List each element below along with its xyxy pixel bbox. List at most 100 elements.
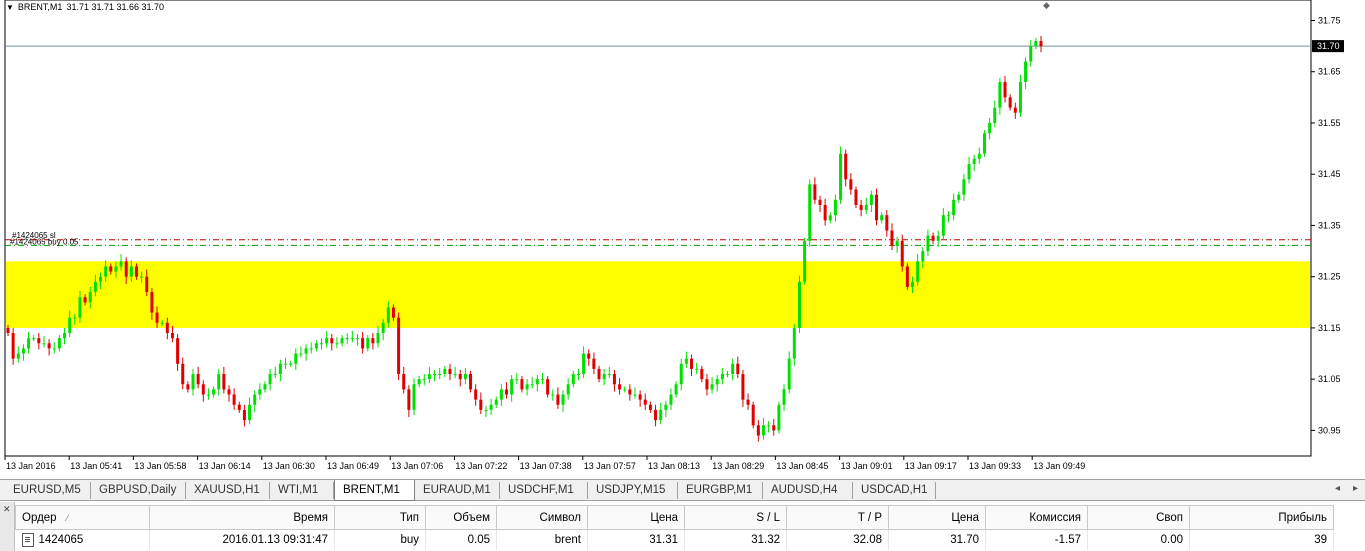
cell-tp: 32.08 [786, 529, 889, 550]
candle-body [746, 399, 750, 405]
col-header-order[interactable]: Ордер ⁄ [15, 505, 150, 530]
tab-eurgbp-m1[interactable]: EURGBP,M1 [678, 482, 763, 499]
terminal-sidebar: ✕ [0, 502, 15, 551]
candle-body [160, 322, 164, 324]
candle-body [566, 384, 570, 395]
candle-body [278, 363, 282, 375]
candle-body [350, 338, 354, 340]
candle-body [499, 389, 503, 400]
tab-gbpusd-daily[interactable]: GBPUSD,Daily [91, 482, 186, 499]
price-tick-label: 31.05 [1318, 374, 1341, 384]
candle-body [391, 307, 395, 318]
candle-body [839, 153, 843, 200]
tab-xauusd-h1[interactable]: XAUUSD,H1 [186, 482, 270, 499]
candle-body [936, 235, 940, 241]
price-tick-label: 31.25 [1318, 272, 1341, 282]
cell-current-price: 31.70 [888, 529, 986, 550]
col-header-commission[interactable]: Комиссия [985, 505, 1088, 530]
col-header-price[interactable]: Цена [587, 505, 685, 530]
support-zone-rectangle[interactable] [6, 261, 1310, 328]
tab-usdchf-m1[interactable]: USDCHF,M1 [500, 482, 588, 499]
tab-audusd-h4[interactable]: AUDUSD,H4 [763, 482, 853, 499]
candle-body [412, 384, 416, 410]
candle-body [952, 199, 956, 216]
candle-body [438, 374, 442, 376]
terminal-close-icon[interactable]: ✕ [3, 504, 11, 515]
col-header-tp[interactable]: T / P [786, 505, 889, 530]
candle-body [967, 163, 971, 180]
candle-body [859, 204, 863, 211]
col-header-type[interactable]: Тип [334, 505, 426, 530]
candle-body [129, 266, 133, 277]
tab-eurusd-m5[interactable]: EURUSD,M5 [5, 482, 91, 499]
sort-icon[interactable]: ⁄ [67, 513, 69, 523]
candle-body [756, 425, 760, 436]
candle-body [813, 184, 817, 200]
candle-body [885, 215, 889, 231]
candle-body [134, 266, 138, 277]
cell-order: 1424065 [15, 529, 150, 550]
tab-wti-m1[interactable]: WTI,M1 [270, 482, 334, 499]
candle-body [284, 363, 288, 365]
candle-body [155, 312, 159, 323]
price-chart[interactable]: #1424065 sl#1424065 buy 0.0531.7531.6531… [0, 0, 1365, 478]
tab-brent-m1[interactable]: BRENT,M1 [334, 480, 415, 501]
col-header-symbol[interactable]: Символ [496, 505, 588, 530]
candle-body [905, 266, 909, 287]
candle-body [99, 276, 103, 282]
time-tick-label: 13 Jan 05:58 [134, 461, 186, 471]
candle-body [52, 348, 56, 350]
chart-menu-triangle-icon[interactable]: ▼ [6, 3, 14, 12]
candle-body [875, 194, 879, 221]
candle-body [27, 338, 31, 349]
time-tick-label: 13 Jan 06:49 [327, 461, 379, 471]
candle-body [982, 133, 986, 154]
tab-scroll-left-icon[interactable]: ◂ [1335, 483, 1340, 494]
candle-body [212, 389, 216, 395]
candle-body [623, 389, 627, 391]
cell-type: buy [334, 529, 426, 550]
cell-sl: 31.32 [684, 529, 787, 550]
col-header-sl[interactable]: S / L [684, 505, 787, 530]
candle-body [674, 384, 678, 395]
candle-body [186, 384, 190, 390]
candle-body [88, 292, 92, 303]
col-header-time[interactable]: Время [149, 505, 335, 530]
candle-body [659, 409, 663, 421]
tab-euraud-m1[interactable]: EURAUD,M1 [415, 482, 500, 499]
candle-body [803, 240, 807, 282]
candle-body [355, 338, 359, 340]
chart-shift-marker-icon[interactable]: ◆ [1043, 0, 1053, 10]
candle-body [602, 374, 606, 380]
price-tick-label: 30.95 [1318, 425, 1341, 435]
col-header-volume[interactable]: Объем [425, 505, 497, 530]
candle-body [505, 389, 509, 395]
candle-body [314, 343, 318, 349]
time-tick-label: 13 Jan 08:13 [648, 461, 700, 471]
col-header-current-price[interactable]: Цена [888, 505, 986, 530]
candle-body [864, 204, 868, 211]
candle-body [648, 404, 652, 410]
candle-body [78, 297, 82, 318]
candle-body [916, 261, 920, 282]
chart-tab-bar: EURUSD,M5 GBPUSD,Daily XAUUSD,H1 WTI,M1 BREN… [0, 479, 1365, 501]
tab-usdjpy-m15[interactable]: USDJPY,M15 [588, 482, 678, 499]
table-row[interactable]: 1424065 2016.01.13 09:31:47 buy 0.05 bre… [15, 529, 1334, 550]
candle-body [340, 338, 344, 344]
time-tick-label: 13 Jan 09:17 [905, 461, 957, 471]
candle-body [628, 389, 632, 395]
candle-body [381, 322, 385, 334]
candle-body [1013, 107, 1017, 113]
col-header-profit[interactable]: Прибыль [1189, 505, 1334, 530]
candle-body [664, 404, 668, 410]
cell-price: 31.31 [587, 529, 685, 550]
chart-area[interactable]: #1424065 sl #1424065 buy 0.05 31.75 31.65 31… [0, 0, 1365, 478]
candle-body [823, 204, 827, 221]
col-header-swap[interactable]: Своп [1087, 505, 1190, 530]
price-tick-label: 31.75 [1318, 15, 1341, 25]
candle-body [304, 348, 308, 354]
candle-body [705, 379, 709, 390]
tab-scroll-right-icon[interactable]: ▸ [1353, 483, 1358, 494]
candle-body [443, 368, 447, 375]
tab-usdcad-h1[interactable]: USDCAD,H1 [853, 482, 936, 499]
